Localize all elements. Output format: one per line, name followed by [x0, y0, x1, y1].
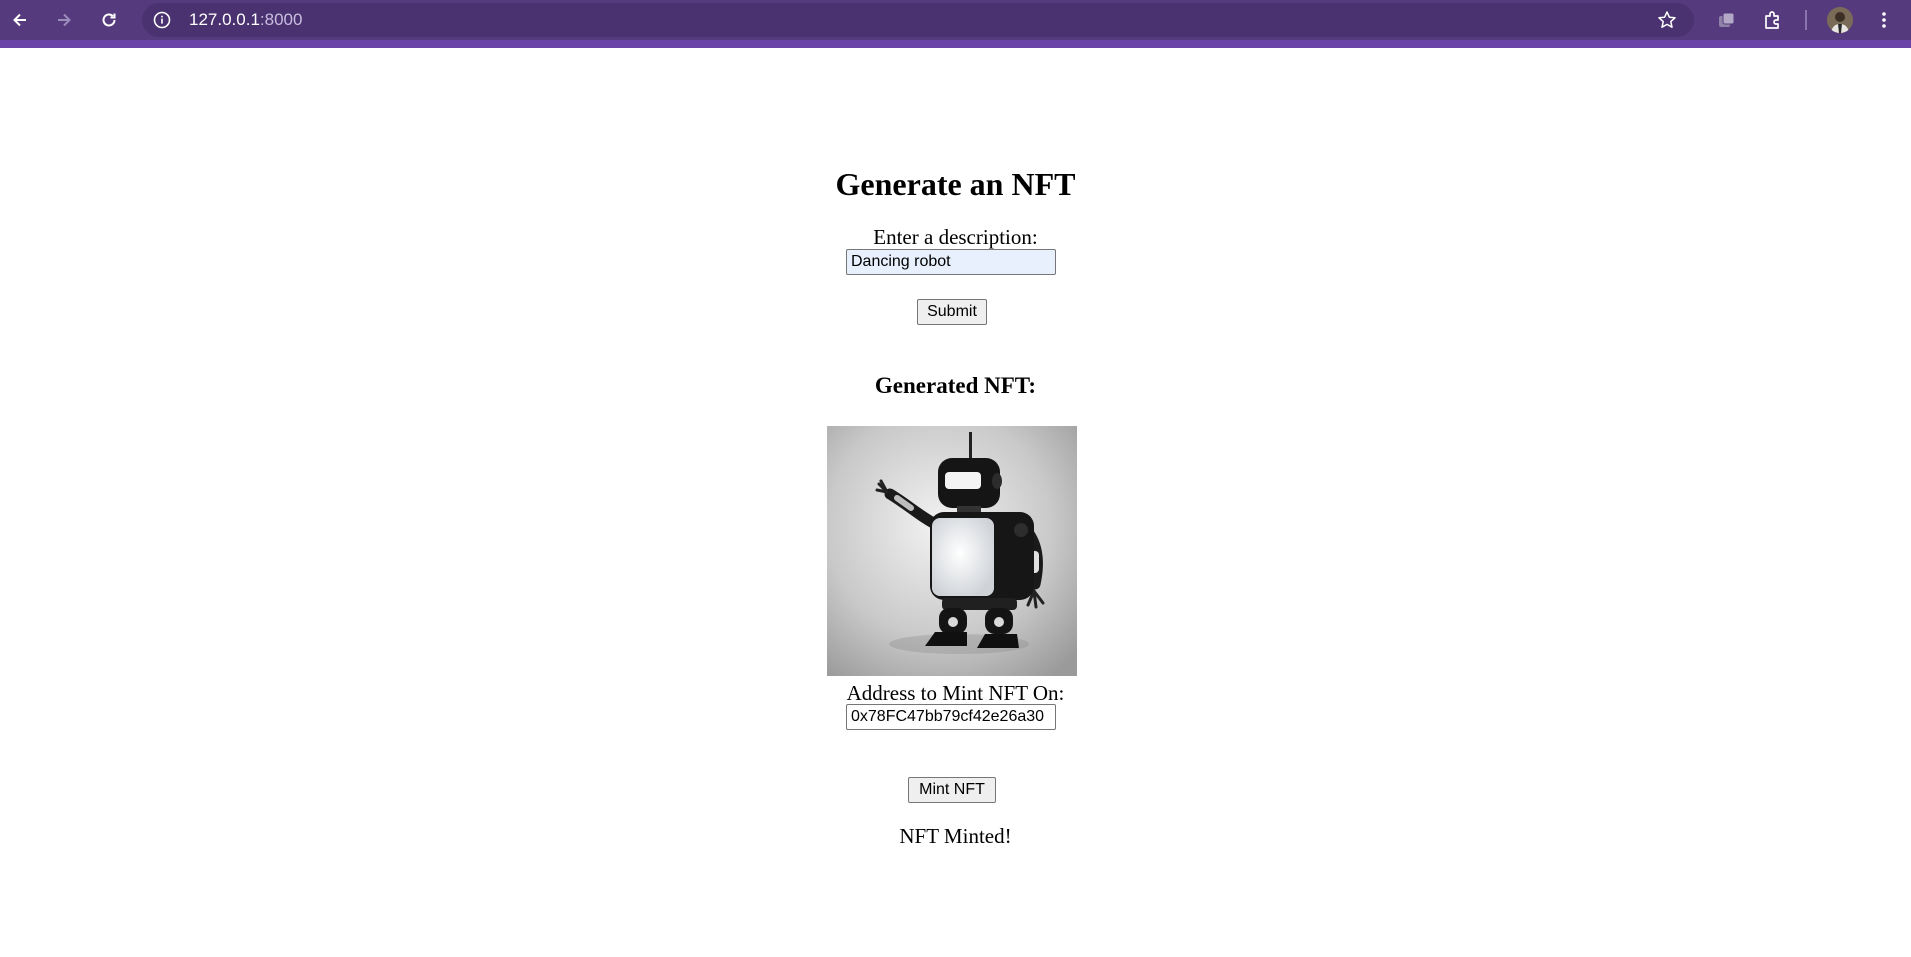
address-input[interactable]: 0x78FC47bb79cf42e26a30	[846, 704, 1056, 730]
star-icon[interactable]	[1656, 9, 1678, 31]
tab-search-icon[interactable]	[1712, 5, 1742, 35]
address-bar[interactable]: 127.0.0.1:8000	[142, 3, 1694, 37]
forward-icon[interactable]	[48, 4, 80, 36]
mint-nft-button[interactable]: Mint NFT	[908, 777, 996, 803]
url-host: 127.0.0.1	[189, 10, 260, 29]
page-content: Generate an NFT Enter a description: Dan…	[0, 48, 1911, 957]
url-port: :8000	[259, 10, 303, 29]
submit-button[interactable]: Submit	[917, 299, 987, 325]
url-text[interactable]: 127.0.0.1:8000	[189, 3, 302, 37]
description-input[interactable]: Dancing robot	[846, 249, 1056, 275]
toolbar-divider	[1805, 10, 1807, 30]
extensions-icon[interactable]	[1758, 5, 1788, 35]
avatar[interactable]	[1827, 7, 1853, 33]
status-message: NFT Minted!	[899, 824, 1012, 848]
generated-nft-image	[827, 426, 1077, 676]
info-icon[interactable]	[152, 10, 172, 30]
page-title: Generate an NFT	[835, 166, 1076, 202]
description-label: Enter a description:	[873, 225, 1038, 249]
result-heading: Generated NFT:	[874, 373, 1037, 398]
menu-icon[interactable]	[1869, 5, 1899, 35]
toolbar-bottom-strip	[0, 40, 1911, 48]
reload-icon[interactable]	[93, 4, 125, 36]
back-icon[interactable]	[4, 4, 36, 36]
address-label: Address to Mint NFT On:	[846, 681, 1065, 705]
